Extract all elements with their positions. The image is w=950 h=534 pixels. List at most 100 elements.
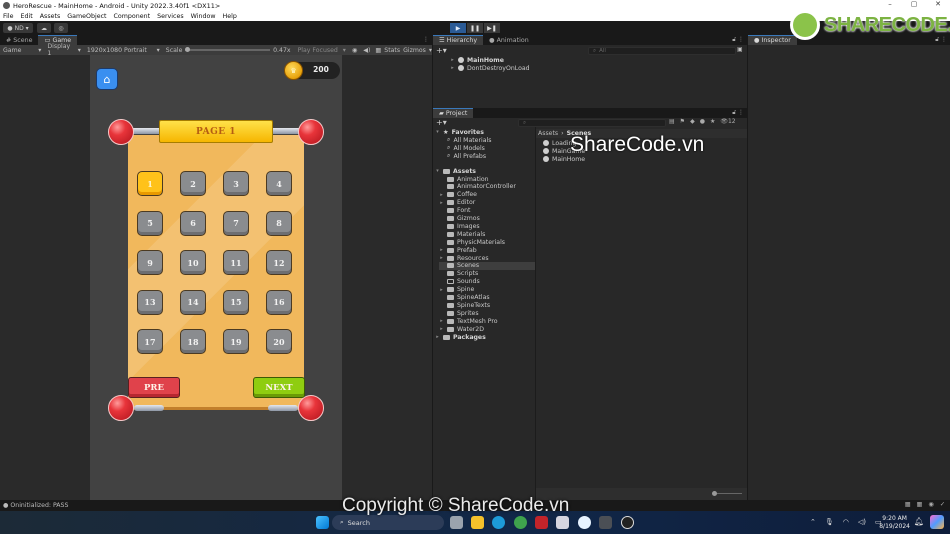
pre-button[interactable]: PRE <box>128 377 180 398</box>
favorite-item[interactable]: ⌕ All Prefabs <box>447 152 486 160</box>
close-button[interactable]: ✕ <box>926 0 950 8</box>
home-button[interactable]: ⌂ <box>96 68 118 90</box>
folder-item[interactable]: ▸ Water2D <box>439 325 484 333</box>
lock-icon[interactable]: 🔓︎ ⋮ <box>732 36 744 44</box>
app-icon[interactable] <box>556 516 569 529</box>
menu-help[interactable]: Help <box>222 13 236 20</box>
step-button[interactable]: ▶❚ <box>484 23 500 33</box>
breadcrumb-assets[interactable]: Assets <box>538 130 558 137</box>
folder-item[interactable]: ▸ Spine <box>439 286 474 294</box>
folder-item[interactable]: ▸ Coffee <box>439 191 477 199</box>
taskbar-search[interactable]: ⌕ Search <box>332 515 444 530</box>
hidden-packages-icon[interactable]: 👁︎12 <box>720 118 735 125</box>
level-button[interactable]: 7 <box>223 210 249 236</box>
scene-visibility-icon[interactable]: ▣ <box>737 46 743 53</box>
folder-item[interactable]: SpineTexts <box>439 301 490 309</box>
info-icon[interactable]: ● <box>700 118 705 125</box>
pause-button[interactable]: ❚❚ <box>467 23 483 33</box>
folder-item[interactable]: ▸ Resources <box>439 254 488 262</box>
menu-assets[interactable]: Assets <box>40 13 61 20</box>
expand-arrow-icon[interactable]: ▸ <box>439 200 444 206</box>
packages-folder[interactable]: ▸ Packages <box>435 333 486 341</box>
status-message[interactable]: Oninitialized: PASS <box>10 502 68 509</box>
collab-button[interactable]: ◎ <box>54 23 68 33</box>
audio-icon[interactable]: ◀) <box>363 47 370 54</box>
search-by-type-icon[interactable]: ▤ <box>669 118 675 125</box>
folder-item[interactable]: AnimatorController <box>439 183 516 191</box>
level-button[interactable]: 20 <box>266 329 292 354</box>
level-button[interactable]: 19 <box>223 329 249 354</box>
folder-item[interactable]: PhysicMaterials <box>439 238 505 246</box>
project-search-input[interactable]: ⌕ <box>518 119 666 127</box>
folder-item[interactable]: Scripts <box>439 270 478 278</box>
clock[interactable]: 9:20 AM 8/19/2024 <box>879 515 910 530</box>
panel-menu-icon[interactable]: ⋮ <box>423 36 429 43</box>
level-button[interactable]: 13 <box>137 289 163 315</box>
folder-item[interactable]: Sprites <box>439 309 479 317</box>
menu-edit[interactable]: Edit <box>21 13 33 20</box>
favorite-item[interactable]: ⌕ All Materials <box>447 136 491 144</box>
speaker-icon[interactable]: ◁) <box>858 518 866 526</box>
resolution-dropdown[interactable]: 1920x1080 Portrait ▾ <box>84 47 163 54</box>
dropdown-arrow-icon[interactable]: ▾ <box>429 47 432 54</box>
expand-arrow-icon[interactable]: ▸ <box>435 334 440 340</box>
folder-item[interactable]: Materials <box>439 230 485 238</box>
favorites-section[interactable]: ▾ ★ Favorites <box>435 128 484 136</box>
file-explorer-icon[interactable] <box>471 516 484 529</box>
mute-icon[interactable]: ◉ <box>352 47 357 54</box>
level-button[interactable]: 14 <box>180 289 206 315</box>
unity-hub-icon[interactable] <box>599 516 612 529</box>
tab-scene[interactable]: # Scene <box>0 35 38 45</box>
chevron-up-icon[interactable]: ⌃ <box>810 518 816 526</box>
play-button[interactable]: ▶ <box>450 23 466 33</box>
level-button[interactable]: 10 <box>180 250 206 275</box>
copilot-icon[interactable] <box>930 515 944 529</box>
level-button[interactable]: 15 <box>223 289 249 315</box>
expand-arrow-icon[interactable]: ▾ <box>435 168 440 174</box>
folder-item[interactable]: ▸ TextMesh Pro <box>439 317 497 325</box>
expand-arrow-icon[interactable]: ▸ <box>439 255 444 261</box>
start-button[interactable] <box>316 516 329 529</box>
expand-arrow-icon[interactable]: ▸ <box>450 65 455 71</box>
lock-icon[interactable]: 🔓︎ ⋮ <box>732 109 744 117</box>
expand-arrow-icon[interactable]: ▾ <box>435 129 440 135</box>
level-button[interactable]: 18 <box>180 329 206 354</box>
level-button[interactable]: 1 <box>137 171 163 196</box>
next-button[interactable]: NEXT <box>253 377 305 398</box>
level-button[interactable]: 9 <box>137 250 163 275</box>
add-object-button[interactable]: +▾ <box>436 46 447 55</box>
stats-button[interactable]: Stats <box>384 47 400 54</box>
menu-gameobject[interactable]: GameObject <box>67 13 106 20</box>
wifi-icon[interactable]: ◠ <box>843 518 849 526</box>
notification-icon[interactable]: 🔔︎ <box>914 517 924 526</box>
level-button[interactable]: 17 <box>137 329 163 354</box>
folder-item[interactable]: Animation <box>439 175 489 183</box>
favorite-item[interactable]: ⌕ All Models <box>447 144 485 152</box>
expand-arrow-icon[interactable]: ▸ <box>439 326 444 332</box>
level-button[interactable]: 11 <box>223 250 249 275</box>
play-mode-dropdown[interactable]: Play Focused ▾ <box>295 47 349 54</box>
level-button[interactable]: 2 <box>180 171 206 196</box>
check-icon[interactable]: ✓ <box>940 501 945 508</box>
folder-item[interactable]: Scenes <box>439 261 535 270</box>
account-dropdown[interactable]: ● ND ▾ <box>3 23 33 33</box>
hierarchy-item[interactable]: ▸ MainHome <box>450 56 745 64</box>
folder-item[interactable]: Images <box>439 222 480 230</box>
tab-animation[interactable]: ● Animation <box>483 35 535 45</box>
folder-item[interactable]: Gizmos <box>439 215 480 223</box>
obs-icon[interactable] <box>621 516 634 529</box>
create-asset-button[interactable]: +▾ <box>436 118 447 127</box>
maximize-button[interactable]: ▢ <box>902 0 926 8</box>
folder-item[interactable]: Sounds <box>439 278 480 286</box>
task-view-icon[interactable] <box>450 516 463 529</box>
icon-size-slider-handle[interactable] <box>712 491 717 496</box>
menu-file[interactable]: File <box>3 13 14 20</box>
menu-services[interactable]: Services <box>157 13 184 20</box>
game-viewport[interactable]: ⌂ ♛ 200 PAGE 1 PRE NEXT 1 2 3 4 5 6 7 8 9 10 11 12 1… <box>90 55 342 500</box>
level-button[interactable]: 4 <box>266 171 292 196</box>
hierarchy-search-input[interactable]: ⌕ All <box>588 47 736 55</box>
tab-hierarchy[interactable]: ☰ Hierarchy <box>433 35 484 45</box>
display-mode-dropdown[interactable]: Game ▾ <box>0 47 44 54</box>
cloud-button[interactable]: ☁ <box>37 23 51 33</box>
assets-folder[interactable]: ▾ Assets <box>435 167 476 175</box>
